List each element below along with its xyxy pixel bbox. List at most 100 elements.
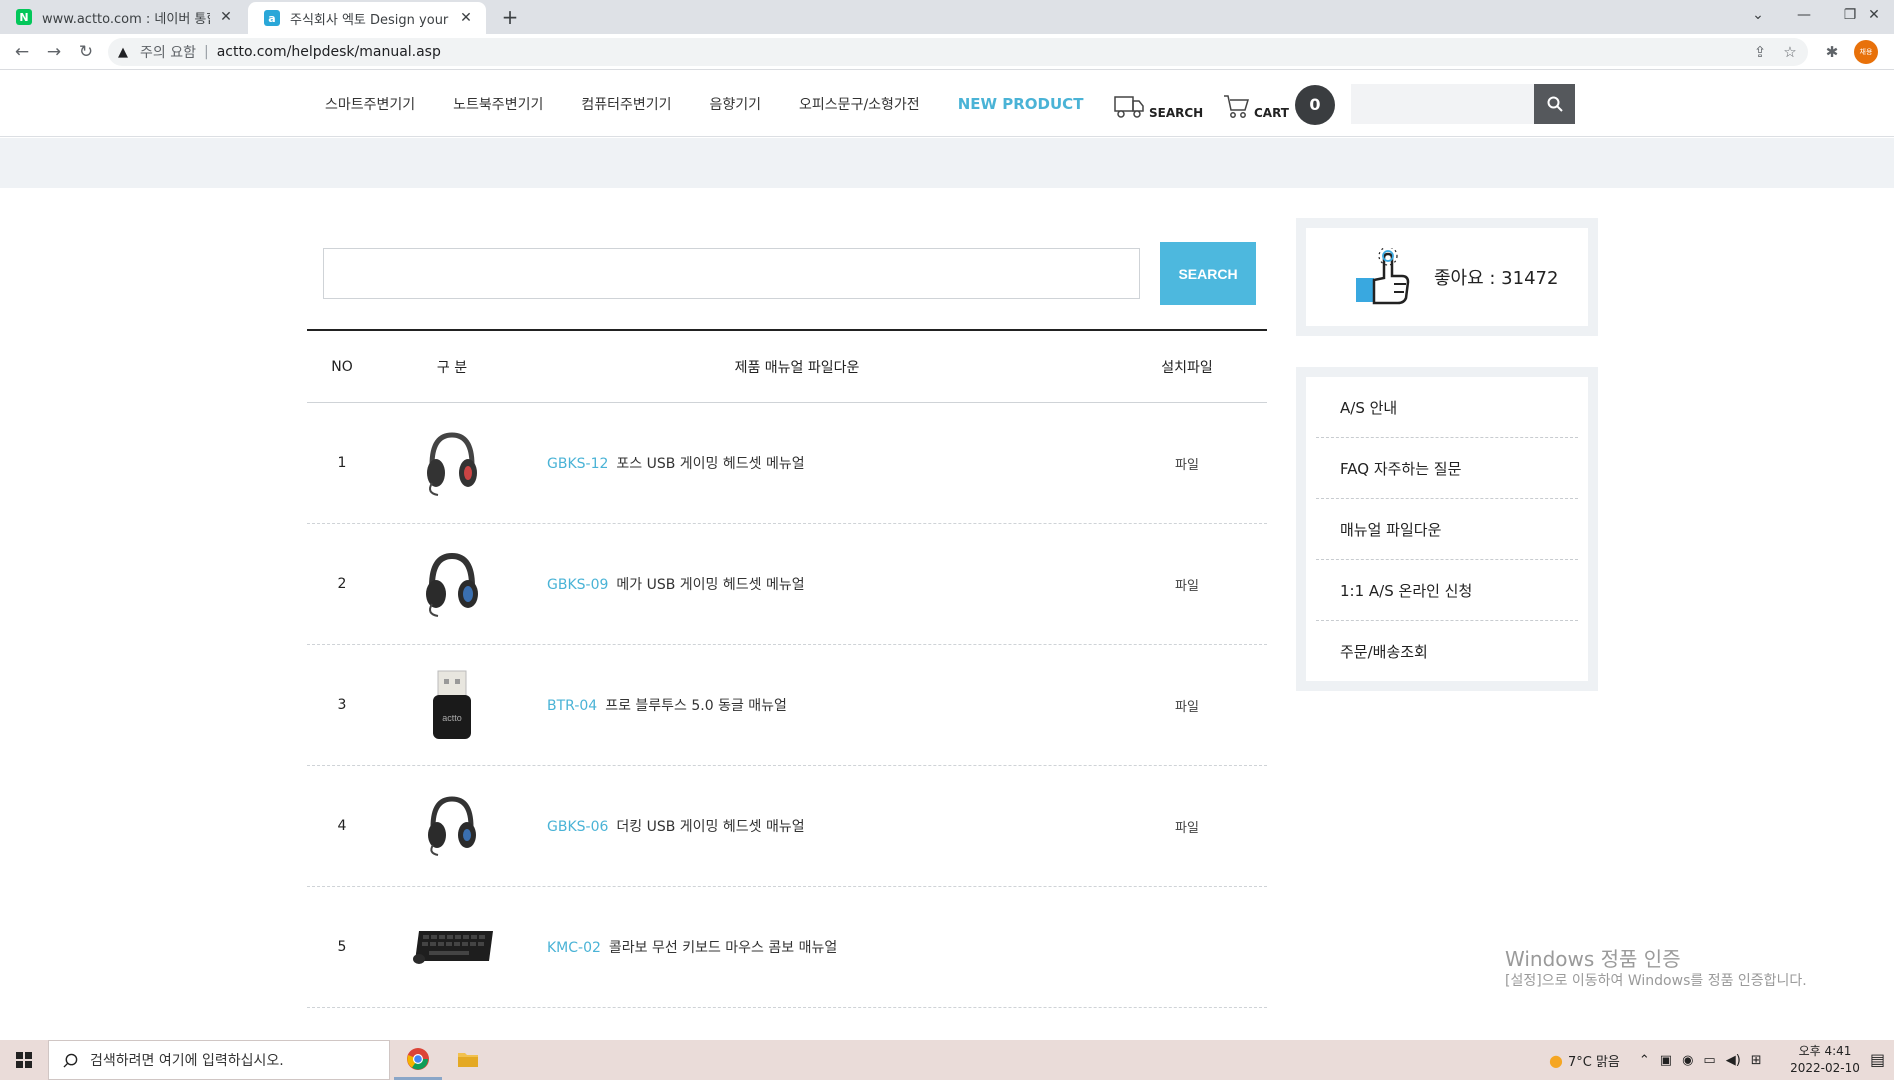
profile-avatar[interactable]: 채용: [1854, 40, 1878, 64]
tab-search-icon[interactable]: ⌄: [1736, 0, 1780, 30]
close-icon[interactable]: ✕: [218, 9, 234, 25]
site-header: 스마트주변기기 노트북주변기기 컴퓨터주변기기 음향기기 오피스문구/소형가전 …: [0, 70, 1894, 137]
volume-icon[interactable]: ◀): [1726, 1053, 1741, 1068]
divider: |: [203, 44, 209, 60]
network-icon[interactable]: ▭: [1703, 1053, 1715, 1068]
manual-search-input[interactable]: [323, 248, 1140, 299]
weather-text[interactable]: 7°C 맑음: [1568, 1051, 1620, 1070]
file-download-link[interactable]: 파일: [1107, 454, 1267, 473]
nav-audio[interactable]: 음향기기: [710, 94, 762, 114]
row-no: 3: [337, 697, 347, 713]
share-icon[interactable]: ⇪: [1750, 38, 1770, 66]
side-item-manual-download[interactable]: 매뉴얼 파일다운: [1316, 499, 1578, 560]
manual-description: 콜라보 무선 키보드 마우스 콤보 매뉴얼: [608, 940, 838, 956]
main-nav: 스마트주변기기 노트북주변기기 컴퓨터주변기기 음향기기 오피스문구/소형가전 …: [325, 70, 1121, 137]
row-no: 2: [337, 576, 347, 592]
browser-toolbar: ← → ↻ ▲ 주의 요함 | actto.com/helpdesk/manua…: [0, 34, 1894, 70]
chrome-icon[interactable]: [394, 1040, 442, 1080]
like-box: 좋아요 : 31472: [1296, 218, 1598, 336]
model-code: GBKS-06: [547, 819, 609, 835]
nav-new-product[interactable]: NEW PRODUCT: [958, 95, 1084, 113]
nav-computer-accessories[interactable]: 컴퓨터주변기기: [581, 94, 671, 114]
file-download-link[interactable]: 파일: [1107, 817, 1267, 836]
delivery-truck-icon: [1114, 96, 1144, 118]
header-search-button[interactable]: [1534, 84, 1575, 124]
manual-description: 포스 USB 게이밍 헤드셋 메뉴얼: [616, 456, 805, 472]
header-cart-link[interactable]: CART: [1222, 90, 1289, 120]
manual-link[interactable]: GBKS-09 메가 USB 게이밍 헤드셋 메뉴얼: [527, 574, 1107, 594]
tab-title: 주식회사 엑토 Design your digital life: [290, 12, 450, 28]
browser-tab-strip: N www.actto.com : 네이버 통합검색 ✕ a 주식회사 엑토 D…: [0, 0, 1894, 34]
header-search-input[interactable]: [1351, 84, 1534, 124]
weather-sun-icon[interactable]: ●: [1549, 1051, 1563, 1070]
manual-link[interactable]: GBKS-06 더킹 USB 게이밍 헤드셋 매뉴얼: [527, 816, 1107, 836]
like-button[interactable]: 좋아요 : 31472: [1306, 228, 1588, 326]
headset-icon[interactable]: [407, 539, 497, 629]
security-label: 주의 요함: [140, 45, 196, 61]
manual-link[interactable]: KMC-02 콜라보 무선 키보드 마우스 콤보 매뉴얼: [527, 937, 1107, 957]
close-icon[interactable]: ✕: [458, 10, 474, 26]
search-icon: [1547, 96, 1563, 112]
side-item-online-as[interactable]: 1:1 A/S 온라인 신청: [1316, 560, 1578, 621]
header-search-label: SEARCH: [1149, 106, 1204, 120]
model-code: KMC-02: [547, 940, 601, 956]
nav-notebook-accessories[interactable]: 노트북주변기기: [453, 94, 543, 114]
table-row: 2 GBKS-09 메가 USB 게이밍 헤드셋 메뉴얼 파일: [307, 524, 1267, 645]
header-file: 설치파일: [1161, 359, 1213, 376]
meet-icon[interactable]: ▣: [1660, 1053, 1672, 1068]
dongle-icon[interactable]: actto: [407, 660, 497, 750]
ime-icon[interactable]: ⊞: [1751, 1053, 1762, 1068]
table-row: 5 KMC-02 콜라보 무선 키보드 마우스 콤보 매뉴얼: [307, 887, 1267, 1008]
tab-naver-search[interactable]: N www.actto.com : 네이버 통합검색 ✕: [0, 0, 246, 34]
new-tab-icon[interactable]: +: [498, 5, 522, 29]
microphone-icon[interactable]: ◉: [1682, 1053, 1693, 1068]
reload-icon[interactable]: ↻: [74, 40, 98, 64]
tab-title: www.actto.com : 네이버 통합검색: [42, 11, 210, 27]
manual-table: NO 구 분 제품 매뉴얼 파일다운 설치파일 1 GBKS-12 포스 USB …: [307, 329, 1267, 1008]
clock-date: 2022-02-10: [1790, 1061, 1860, 1075]
activation-watermark-title: Windows 정품 인증: [1505, 947, 1681, 971]
back-icon[interactable]: ←: [10, 40, 34, 64]
minimize-icon[interactable]: —: [1782, 0, 1826, 30]
clock-time: 오후 4:41: [1798, 1044, 1852, 1058]
address-bar[interactable]: ▲ 주의 요함 | actto.com/helpdesk/manual.asp …: [108, 38, 1808, 66]
side-item-order-tracking[interactable]: 주문/배송조회: [1316, 621, 1578, 682]
manual-description: 더킹 USB 게이밍 헤드셋 매뉴얼: [616, 819, 805, 835]
nav-smart-accessories[interactable]: 스마트주변기기: [325, 94, 415, 114]
manual-link[interactable]: GBKS-12 포스 USB 게이밍 헤드셋 메뉴얼: [527, 453, 1107, 473]
keyboard-icon[interactable]: [407, 902, 497, 992]
search-icon: [63, 1053, 78, 1068]
headset-icon[interactable]: [407, 418, 497, 508]
sub-header-band: [0, 138, 1894, 188]
file-download-link[interactable]: 파일: [1107, 696, 1267, 715]
table-row: 1 GBKS-12 포스 USB 게이밍 헤드셋 메뉴얼 파일: [307, 403, 1267, 524]
manual-search-button[interactable]: SEARCH: [1160, 242, 1256, 305]
header-search-link[interactable]: SEARCH: [1113, 90, 1203, 120]
notification-icon[interactable]: ▤: [1870, 1050, 1885, 1069]
tab-actto[interactable]: a 주식회사 엑토 Design your digital life ✕: [248, 2, 486, 34]
side-item-faq[interactable]: FAQ 자주하는 질문: [1316, 438, 1578, 499]
chevron-up-icon[interactable]: ⌃: [1639, 1053, 1650, 1068]
model-code: GBKS-12: [547, 456, 609, 472]
row-no: 4: [337, 818, 347, 834]
bookmark-star-icon[interactable]: ☆: [1780, 38, 1800, 66]
manual-description: 메가 USB 게이밍 헤드셋 메뉴얼: [616, 577, 805, 593]
svg-text:actto: actto: [442, 713, 462, 723]
nav-office[interactable]: 오피스문구/소형가전: [799, 94, 920, 114]
header-cart-label: CART: [1254, 106, 1289, 120]
manual-link[interactable]: BTR-04 프로 블루투스 5.0 동글 매뉴얼: [527, 695, 1107, 715]
file-explorer-icon[interactable]: [444, 1040, 492, 1080]
taskbar-clock[interactable]: 오후 4:41 2022-02-10: [1790, 1043, 1860, 1077]
helpdesk-side-menu: A/S 안내 FAQ 자주하는 질문 매뉴얼 파일다운 1:1 A/S 온라인 …: [1296, 367, 1598, 691]
extensions-icon[interactable]: ✱: [1820, 40, 1844, 64]
header-no: NO: [331, 358, 353, 375]
taskbar-search-placeholder: 검색하려면 여기에 입력하십시오.: [90, 1053, 284, 1069]
headset-icon[interactable]: [407, 781, 497, 871]
side-item-as-guide[interactable]: A/S 안내: [1316, 377, 1578, 438]
taskbar-search-input[interactable]: 검색하려면 여기에 입력하십시오.: [48, 1040, 390, 1080]
file-download-link[interactable]: 파일: [1107, 575, 1267, 594]
windows-start-icon[interactable]: [0, 1040, 48, 1080]
url-text: actto.com/helpdesk/manual.asp: [216, 44, 441, 60]
forward-icon[interactable]: →: [42, 40, 66, 64]
close-window-icon[interactable]: ✕: [1852, 0, 1894, 30]
